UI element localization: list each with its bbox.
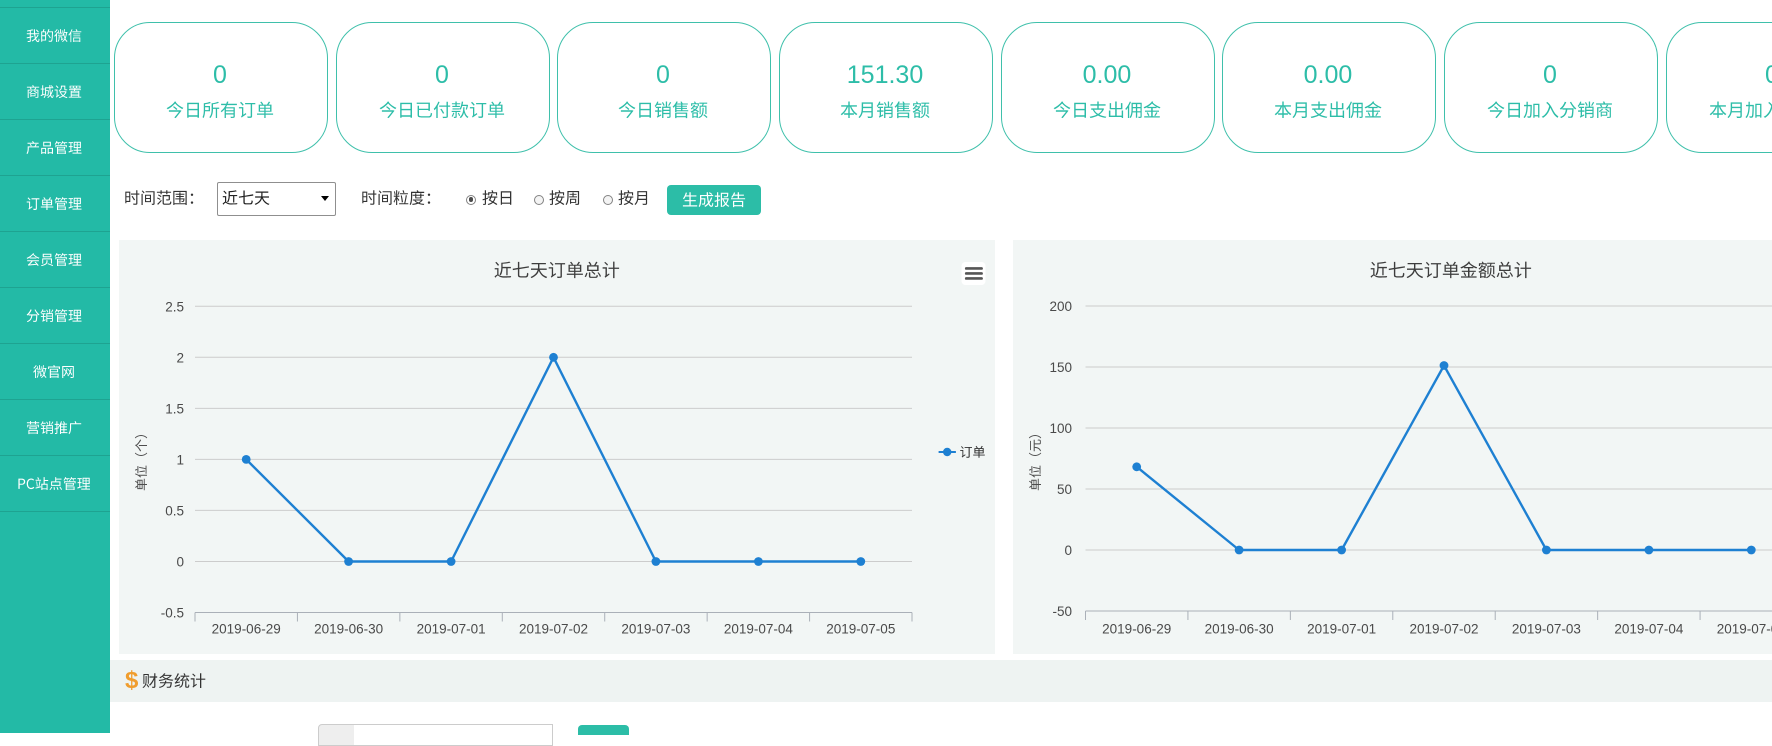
svg-text:150: 150 — [1049, 360, 1072, 375]
svg-text:2: 2 — [176, 350, 184, 365]
svg-text:2019-06-30: 2019-06-30 — [314, 622, 383, 637]
svg-text:2019-07-05: 2019-07-05 — [1717, 622, 1772, 637]
svg-text:200: 200 — [1049, 299, 1072, 314]
svg-text:50: 50 — [1057, 482, 1072, 497]
svg-text:2019-07-01: 2019-07-01 — [417, 622, 486, 637]
svg-text:0: 0 — [1064, 543, 1072, 558]
svg-text:2019-06-30: 2019-06-30 — [1205, 622, 1274, 637]
svg-text:-50: -50 — [1052, 604, 1072, 619]
svg-text:2019-07-04: 2019-07-04 — [724, 622, 794, 637]
svg-text:-0.5: -0.5 — [161, 606, 184, 621]
svg-text:2019-06-29: 2019-06-29 — [212, 622, 281, 637]
svg-text:2019-07-01: 2019-07-01 — [1307, 622, 1376, 637]
svg-text:2019-07-02: 2019-07-02 — [519, 622, 588, 637]
svg-text:2019-07-02: 2019-07-02 — [1409, 622, 1478, 637]
svg-text:2019-07-05: 2019-07-05 — [826, 622, 895, 637]
svg-text:1: 1 — [176, 453, 184, 468]
svg-text:0: 0 — [176, 555, 184, 570]
svg-text:2019-07-03: 2019-07-03 — [1512, 622, 1581, 637]
svg-text:2.5: 2.5 — [165, 299, 184, 314]
svg-text:2019-07-04: 2019-07-04 — [1614, 622, 1684, 637]
svg-text:0.5: 0.5 — [165, 504, 184, 519]
svg-text:1.5: 1.5 — [165, 402, 184, 417]
svg-text:2019-07-03: 2019-07-03 — [621, 622, 690, 637]
svg-text:2019-06-29: 2019-06-29 — [1102, 622, 1171, 637]
svg-text:100: 100 — [1049, 421, 1072, 436]
